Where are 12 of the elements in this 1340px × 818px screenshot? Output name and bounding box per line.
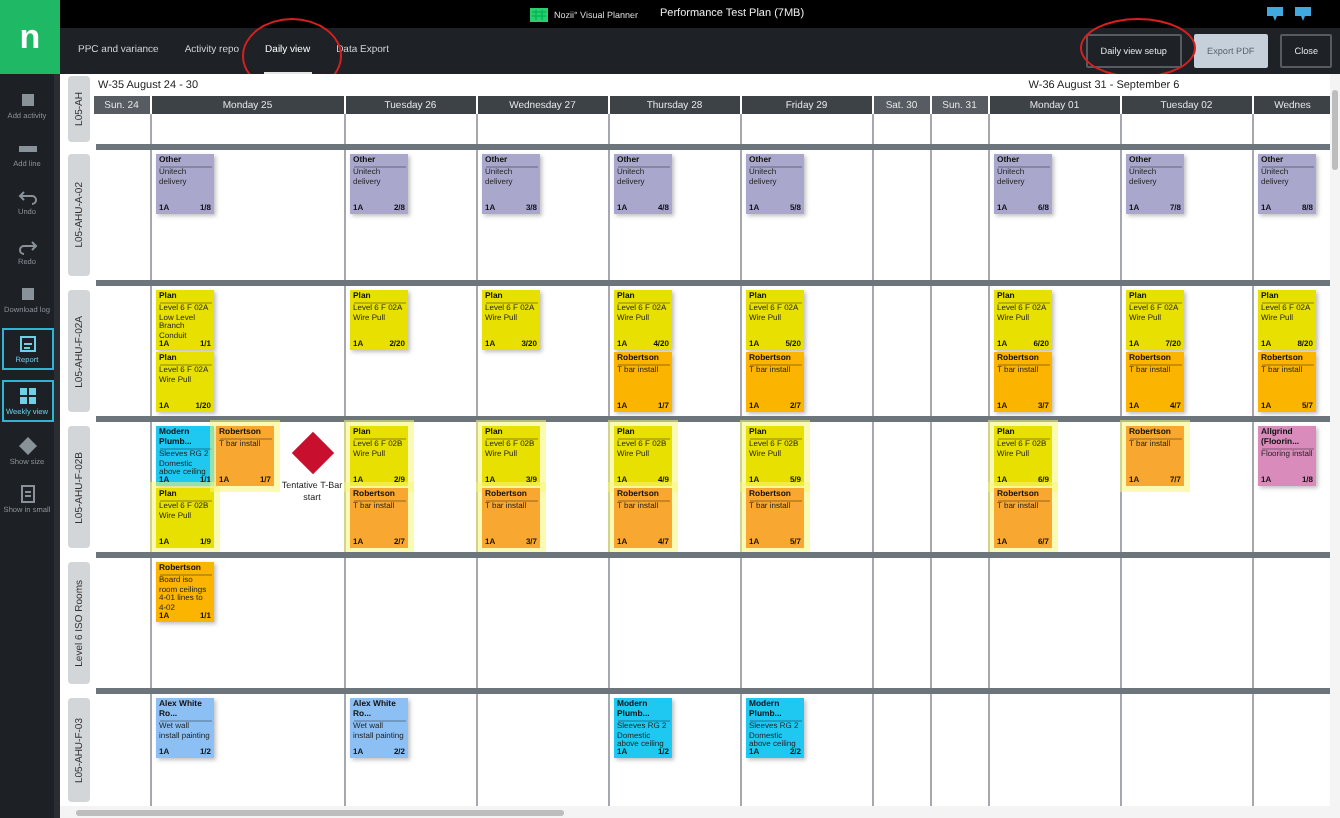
square-icon <box>17 90 37 110</box>
grid-icon <box>17 386 37 407</box>
report-icon <box>17 333 37 354</box>
annotation-circle <box>1080 18 1196 78</box>
planner-logo-icon <box>530 7 548 21</box>
undo-icon <box>17 186 37 207</box>
document-icon <box>17 484 37 505</box>
scrollbar[interactable] <box>1330 74 1340 806</box>
scrollbar[interactable] <box>60 806 1340 818</box>
square-icon <box>17 283 37 304</box>
redo-icon <box>17 235 37 256</box>
diamond-icon <box>17 436 37 457</box>
